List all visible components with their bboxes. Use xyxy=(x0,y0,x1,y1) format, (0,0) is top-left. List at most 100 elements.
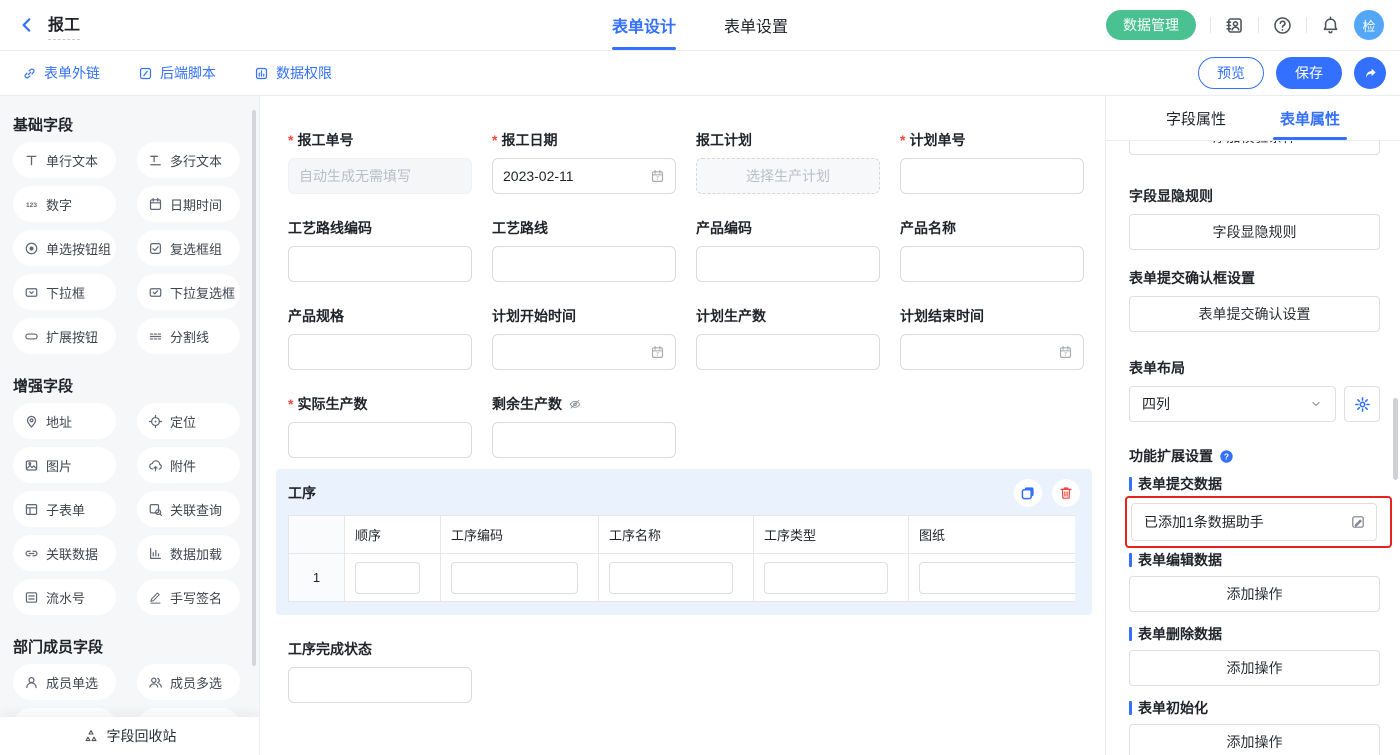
tab-form-properties[interactable]: 表单属性 xyxy=(1280,96,1340,140)
calendar-icon: 7 xyxy=(1058,345,1073,360)
subform-cell-input[interactable] xyxy=(609,562,733,594)
field-route-input[interactable] xyxy=(492,246,676,282)
sidebar-item-label: 成员单选 xyxy=(46,673,98,692)
sidebar-item-radio-group[interactable]: 单选按钮组 xyxy=(13,230,116,266)
field-remaining-qty-input[interactable] xyxy=(492,422,676,458)
sidebar-item-sub-form[interactable]: 子表单 xyxy=(13,491,116,527)
sidebar-item-extend-button[interactable]: 扩展按钮 xyxy=(13,318,116,354)
field-recycle-bin[interactable]: 字段回收站 xyxy=(0,717,259,755)
sidebar-item-member-multi[interactable]: 成员多选 xyxy=(137,664,240,700)
help-icon[interactable] xyxy=(1273,16,1292,35)
check-icon xyxy=(148,241,163,256)
data-manage-button[interactable]: 数据管理 xyxy=(1106,10,1196,40)
field-plan-start-time-input[interactable]: 7 xyxy=(492,334,676,370)
mselect-icon xyxy=(148,285,163,300)
tab-form-settings[interactable]: 表单设置 xyxy=(724,0,788,50)
sidebar-item-checkbox-group[interactable]: 复选框组 xyxy=(137,230,240,266)
sidebar-item-single-line-text[interactable]: 单行文本 xyxy=(13,142,116,178)
sidebar-item-address[interactable]: 地址 xyxy=(13,403,116,439)
field-report-no-input[interactable]: 自动生成无需填写 xyxy=(288,158,472,194)
select-icon xyxy=(24,285,39,300)
sidebar-item-attachment[interactable]: 附件 xyxy=(137,447,240,483)
delete-button[interactable] xyxy=(1052,479,1080,507)
calendar-icon: 7 xyxy=(650,345,665,360)
main-tabs: 表单设计 表单设置 xyxy=(612,0,788,50)
share-button[interactable] xyxy=(1354,57,1386,89)
sidebar-item-datetime[interactable]: 日期时间 xyxy=(137,186,240,222)
subform-cell-input[interactable] xyxy=(355,562,420,594)
subform-cell xyxy=(754,554,909,602)
tab-form-design[interactable]: 表单设计 xyxy=(612,0,676,50)
field-label: 剩余生产数 xyxy=(492,394,676,414)
sidebar-item-image[interactable]: 图片 xyxy=(13,447,116,483)
field-plan-no-input[interactable] xyxy=(900,158,1084,194)
back-icon[interactable] xyxy=(18,16,36,34)
visibility-rules-button[interactable]: 字段显隐规则 xyxy=(1129,214,1380,250)
data-assistant-row[interactable]: 已添加1条数据助手 xyxy=(1131,503,1377,541)
field-label-text: 报工计划 xyxy=(696,130,752,150)
field-product-code-input[interactable] xyxy=(696,246,880,282)
add-action-button[interactable]: 添加操作 xyxy=(1129,724,1380,755)
subform-cell-input[interactable] xyxy=(764,562,888,594)
sidebar-item-multi-select[interactable]: 下拉复选框 xyxy=(137,274,240,310)
save-button[interactable]: 保存 xyxy=(1276,57,1342,89)
sidebar-scrollbar[interactable] xyxy=(252,110,256,666)
add-validation-button[interactable]: 添加校验条件 xyxy=(1129,141,1380,155)
subform-process[interactable]: 工序顺序工序编码工序名称工序类型图纸1 xyxy=(276,469,1092,615)
data-permission-button[interactable]: 数据权限 xyxy=(254,63,332,83)
submit-confirm-button[interactable]: 表单提交确认设置 xyxy=(1129,296,1380,332)
add-action-button[interactable]: 添加操作 xyxy=(1129,650,1380,686)
sidebar-item-label: 单行文本 xyxy=(46,151,98,170)
data-assistant-label: 已添加1条数据助手 xyxy=(1144,512,1264,532)
help-circle-icon[interactable]: ? xyxy=(1219,449,1234,464)
panel-scrollbar[interactable] xyxy=(1393,398,1398,480)
field-placeholder: 自动生成无需填写 xyxy=(299,166,411,186)
sidebar-item-relation-query[interactable]: 关联查询 xyxy=(137,491,240,527)
field-product-name-input[interactable] xyxy=(900,246,1084,282)
sidebar-item-number[interactable]: 123数字 xyxy=(13,186,116,222)
field-route-code-input[interactable] xyxy=(288,246,472,282)
field-plan-end-time-input[interactable]: 7 xyxy=(900,334,1084,370)
field-report-date-input[interactable]: 2023-02-117 xyxy=(492,158,676,194)
sidebar-item-location[interactable]: 定位 xyxy=(137,403,240,439)
subform-table-wrap: 顺序工序编码工序名称工序类型图纸1 xyxy=(288,515,1075,602)
copy-button[interactable] xyxy=(1014,479,1042,507)
radio-icon xyxy=(24,241,39,256)
sidebar-item-divider[interactable]: 分割线 xyxy=(137,318,240,354)
preview-button[interactable]: 预览 xyxy=(1198,57,1264,89)
required-asterisk: * xyxy=(492,132,497,148)
sidebar-item-hidden-partial-1[interactable] xyxy=(13,708,116,717)
sidebar-item-member-single[interactable]: 成员单选 xyxy=(13,664,116,700)
sidebar-field-grid: 单行文本 多行文本 123数字日期时间单选按钮组复选框组下拉框下拉复选框扩展按钮分割… xyxy=(13,142,246,354)
field-plan-start-time: 计划开始时间 7 xyxy=(492,306,676,370)
pin-icon xyxy=(24,414,39,429)
field-report-no: *报工单号自动生成无需填写 xyxy=(288,130,472,194)
manual-icon[interactable] xyxy=(1225,16,1244,35)
notifications-icon[interactable] xyxy=(1321,16,1340,35)
sidebar-item-relation-data[interactable]: 关联数据 xyxy=(13,535,116,571)
svg-text:7: 7 xyxy=(656,175,659,181)
layout-settings-button[interactable] xyxy=(1344,386,1380,422)
subform-cell-input[interactable] xyxy=(919,562,1075,594)
sidebar-item-multi-line-text[interactable]: 多行文本 xyxy=(137,142,240,178)
field-process-status-input[interactable] xyxy=(288,667,472,703)
field-product-spec-input[interactable] xyxy=(288,334,472,370)
tab-field-properties[interactable]: 字段属性 xyxy=(1166,96,1226,140)
field-report-plan-input[interactable]: 选择生产计划 xyxy=(696,158,880,194)
subform-cell-input[interactable] xyxy=(451,562,578,594)
field-plan-qty-input[interactable] xyxy=(696,334,880,370)
field-label-text: 计划单号 xyxy=(909,130,965,150)
sidebar-item-serial-no[interactable]: 流水号 xyxy=(13,579,116,615)
layout-select[interactable]: 四列 xyxy=(1129,386,1336,422)
add-action-button[interactable]: 添加操作 xyxy=(1129,576,1380,612)
sidebar-item-select[interactable]: 下拉框 xyxy=(13,274,116,310)
sidebar-item-data-load[interactable]: 数据加载 xyxy=(137,535,240,571)
backend-script-button[interactable]: 后端脚本 xyxy=(138,63,216,83)
form-external-link-button[interactable]: 表单外链 xyxy=(22,63,100,83)
avatar[interactable]: 检 xyxy=(1354,10,1384,40)
field-actual-qty-input[interactable] xyxy=(288,422,472,458)
sidebar-item-signature[interactable]: 手写签名 xyxy=(137,579,240,615)
field-label-text: 计划开始时间 xyxy=(492,306,576,326)
subform-col-header: 图纸 xyxy=(909,516,1076,554)
sidebar-item-hidden-partial-2[interactable] xyxy=(137,708,240,717)
